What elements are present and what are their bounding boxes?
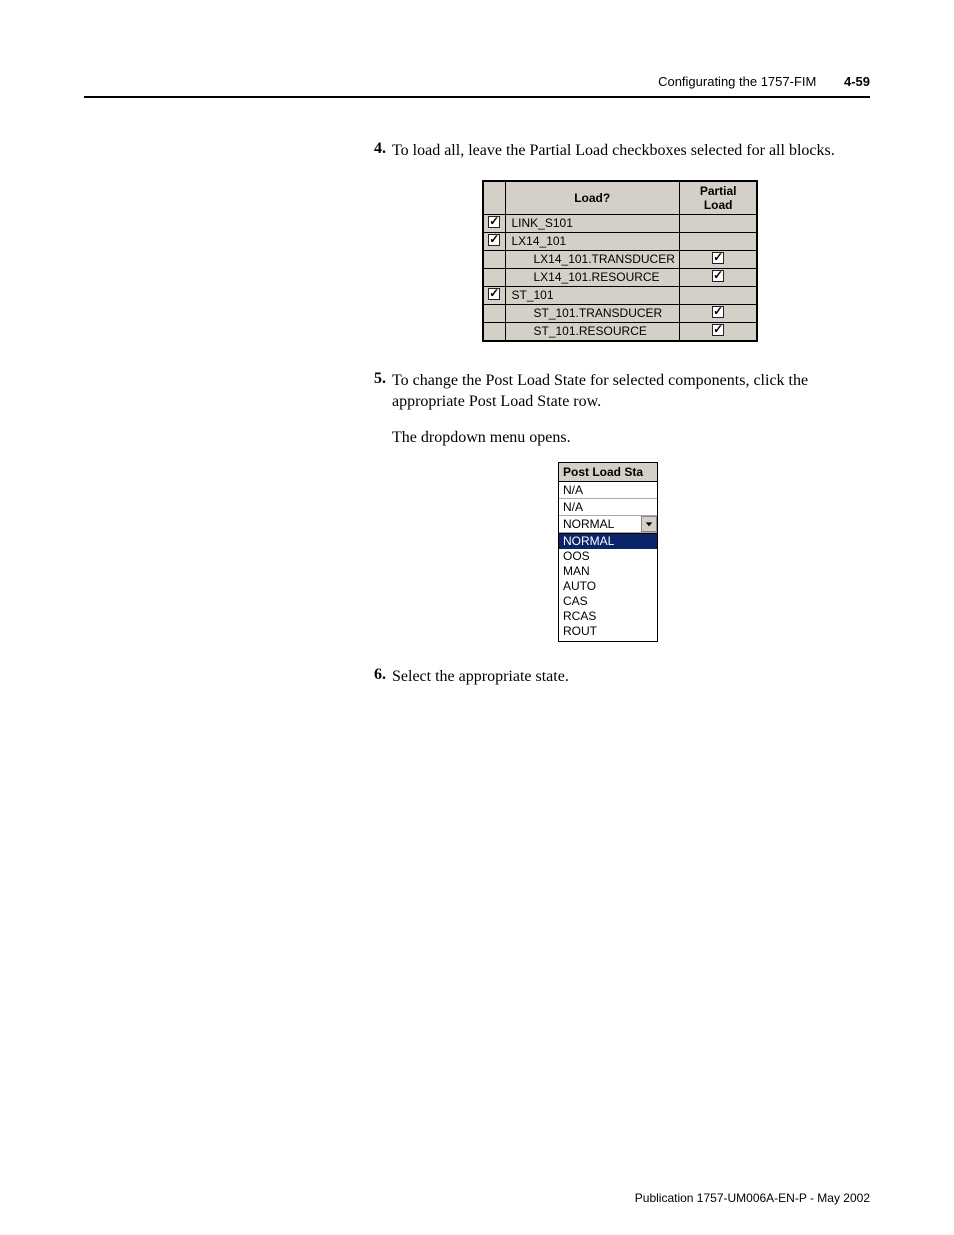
partial-checkbox[interactable] [712, 252, 724, 264]
dropdown-button[interactable] [641, 516, 657, 532]
load-table: Load? Partial Load LINK_S101 LX14_101 LX… [482, 180, 758, 342]
col-partial-header: Partial Load [679, 181, 757, 215]
step-number: 5. [364, 370, 386, 413]
step-text: To load all, leave the Partial Load chec… [392, 140, 835, 162]
dropdown-option[interactable]: AUTO [559, 579, 657, 594]
load-checkbox[interactable] [488, 288, 500, 300]
dropdown-list: NORMAL OOS MAN AUTO CAS RCAS ROUT [559, 533, 657, 641]
dropdown-option[interactable]: MAN [559, 564, 657, 579]
table-row: ST_101 [483, 286, 757, 304]
step-6: 6. Select the appropriate state. [364, 666, 870, 688]
table-row: ST_101.TRANSDUCER [483, 304, 757, 322]
table-row: LX14_101.TRANSDUCER [483, 250, 757, 268]
header-title: Configurating the 1757-FIM [658, 74, 816, 89]
combo-value: NORMAL [559, 516, 641, 532]
publication-footer: Publication 1757-UM006A-EN-P - May 2002 [635, 1191, 870, 1205]
page-header: Configurating the 1757-FIM 4-59 [658, 74, 870, 89]
table-row: LX14_101 [483, 232, 757, 250]
row-label: ST_101.TRANSDUCER [505, 304, 679, 322]
row-label: LX14_101.TRANSDUCER [505, 250, 679, 268]
header-rule [84, 96, 870, 98]
col-load-header: Load? [505, 181, 679, 215]
step-5: 5. To change the Post Load State for sel… [364, 370, 870, 413]
partial-checkbox[interactable] [712, 306, 724, 318]
partial-cell [679, 286, 757, 304]
state-row[interactable]: N/A [559, 482, 657, 499]
load-checkbox[interactable] [488, 216, 500, 228]
header-page-number: 4-59 [844, 74, 870, 89]
table-row: LINK_S101 [483, 214, 757, 232]
dropdown-header: Post Load Sta [559, 463, 657, 482]
col-checkbox [483, 181, 505, 215]
dropdown-option[interactable]: ROUT [559, 624, 657, 639]
dropdown-option[interactable]: RCAS [559, 609, 657, 624]
step-number: 6. [364, 666, 386, 688]
step-4: 4. To load all, leave the Partial Load c… [364, 140, 870, 162]
row-label: LX14_101.RESOURCE [505, 268, 679, 286]
step-number: 4. [364, 140, 386, 162]
row-label: LX14_101 [505, 232, 679, 250]
step-text: Select the appropriate state. [392, 666, 569, 688]
post-load-state-dropdown-screenshot: Post Load Sta N/A N/A NORMAL NORMAL OOS … [558, 462, 658, 642]
row-label: ST_101 [505, 286, 679, 304]
load-table-screenshot: Load? Partial Load LINK_S101 LX14_101 LX… [482, 180, 870, 342]
row-label: ST_101.RESOURCE [505, 322, 679, 341]
step-text: To change the Post Load State for select… [392, 370, 870, 413]
step-5-paragraph: The dropdown menu opens. [392, 427, 870, 449]
table-row: LX14_101.RESOURCE [483, 268, 757, 286]
state-combo[interactable]: NORMAL [559, 516, 657, 533]
load-checkbox[interactable] [488, 234, 500, 246]
row-label: LINK_S101 [505, 214, 679, 232]
partial-cell [679, 232, 757, 250]
partial-checkbox[interactable] [712, 324, 724, 336]
dropdown-option[interactable]: CAS [559, 594, 657, 609]
partial-checkbox[interactable] [712, 270, 724, 282]
chevron-down-icon [645, 520, 653, 528]
content-area: 4. To load all, leave the Partial Load c… [364, 140, 870, 696]
partial-cell [679, 214, 757, 232]
dropdown-option[interactable]: NORMAL [559, 534, 657, 549]
state-row[interactable]: N/A [559, 499, 657, 516]
dropdown-option[interactable]: OOS [559, 549, 657, 564]
table-row: ST_101.RESOURCE [483, 322, 757, 341]
